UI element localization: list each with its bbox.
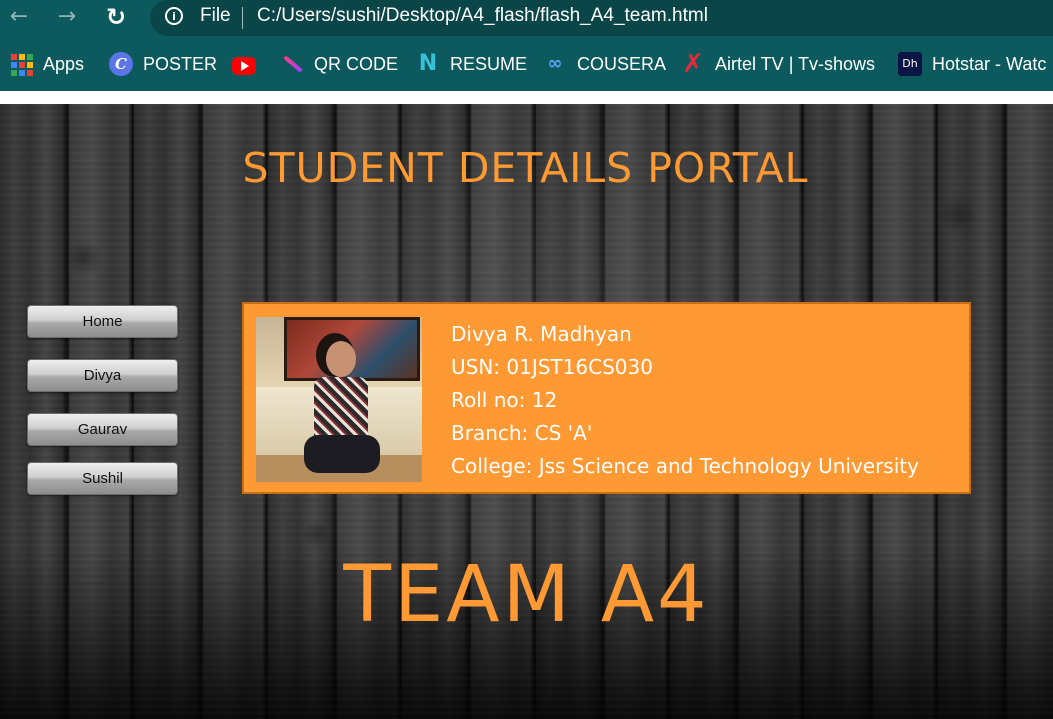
- bookmark-poster[interactable]: C POSTER: [109, 52, 217, 76]
- student-roll: Roll no: 12: [451, 388, 558, 412]
- student-info: Divya R. Madhyan USN: 01JST16CS030 Roll …: [451, 318, 919, 483]
- student-photo: [256, 317, 422, 482]
- menu-button-divya[interactable]: Divya: [27, 359, 178, 392]
- bookmark-airtel[interactable]: ✗ Airtel TV | Tv-shows: [681, 49, 876, 79]
- student-usn: USN: 01JST16CS030: [451, 355, 653, 379]
- bookmark-youtube[interactable]: [232, 52, 266, 76]
- bookmark-cousera[interactable]: ∞ COUSERA: [543, 52, 667, 76]
- apps-grid-icon: [9, 52, 33, 76]
- airtel-icon: ✗: [682, 49, 704, 79]
- reload-icon[interactable]: ↻: [103, 4, 129, 30]
- info-icon[interactable]: i: [165, 7, 183, 25]
- bookmark-label: Airtel TV | Tv-shows: [715, 53, 876, 74]
- page-body: STUDENT DETAILS PORTAL Home Divya Gaurav…: [0, 104, 1053, 719]
- qr-code-pen-icon: [280, 52, 304, 76]
- team-heading: TEAM A4: [343, 550, 710, 640]
- bookmark-hotstar[interactable]: Dh Hotstar - Watc: [898, 52, 1046, 76]
- student-branch: Branch: CS 'A': [451, 421, 593, 445]
- bookmark-label: Hotstar - Watc: [932, 53, 1047, 74]
- url-text[interactable]: C:/Users/sushi/Desktop/A4_flash/flash_A4…: [257, 5, 708, 27]
- page-title: STUDENT DETAILS PORTAL: [242, 144, 809, 192]
- page-top-gap: [0, 91, 1053, 104]
- menu-button-home[interactable]: Home: [27, 305, 178, 338]
- menu-button-sushil[interactable]: Sushil: [27, 462, 178, 495]
- student-college: College: Jss Science and Technology Univ…: [451, 454, 919, 478]
- bookmark-resume[interactable]: N RESUME: [416, 52, 527, 76]
- bookmark-label: COUSERA: [577, 53, 667, 74]
- bookmark-apps[interactable]: Apps: [9, 52, 84, 76]
- bookmark-label: RESUME: [450, 53, 528, 74]
- bookmark-label: Apps: [43, 53, 85, 74]
- browser-toolbar: ← → ↻ i File C:/Users/sushi/Desktop/A4_f…: [0, 0, 1053, 36]
- forward-arrow-icon[interactable]: →: [54, 4, 80, 30]
- notion-n-icon: N: [418, 51, 438, 76]
- address-bar[interactable]: i File C:/Users/sushi/Desktop/A4_flash/f…: [150, 0, 1053, 36]
- student-card: Divya R. Madhyan USN: 01JST16CS030 Roll …: [242, 302, 971, 494]
- address-divider: [242, 7, 243, 29]
- bookmarks-bar: Apps C POSTER QR CODE N RESUME ∞ COUSERA…: [0, 36, 1053, 91]
- canva-icon: C: [109, 52, 133, 76]
- youtube-icon: [232, 56, 256, 75]
- bookmark-label: QR CODE: [314, 53, 399, 74]
- student-name: Divya R. Madhyan: [451, 322, 632, 346]
- coursera-icon: ∞: [547, 53, 563, 74]
- menu-button-gaurav[interactable]: Gaurav: [27, 413, 178, 446]
- back-arrow-icon[interactable]: ←: [6, 4, 32, 30]
- hotstar-icon: Dh: [898, 52, 922, 76]
- bookmark-label: POSTER: [143, 53, 218, 74]
- file-scheme-label: File: [200, 5, 231, 26]
- bookmark-qr-code[interactable]: QR CODE: [280, 52, 398, 76]
